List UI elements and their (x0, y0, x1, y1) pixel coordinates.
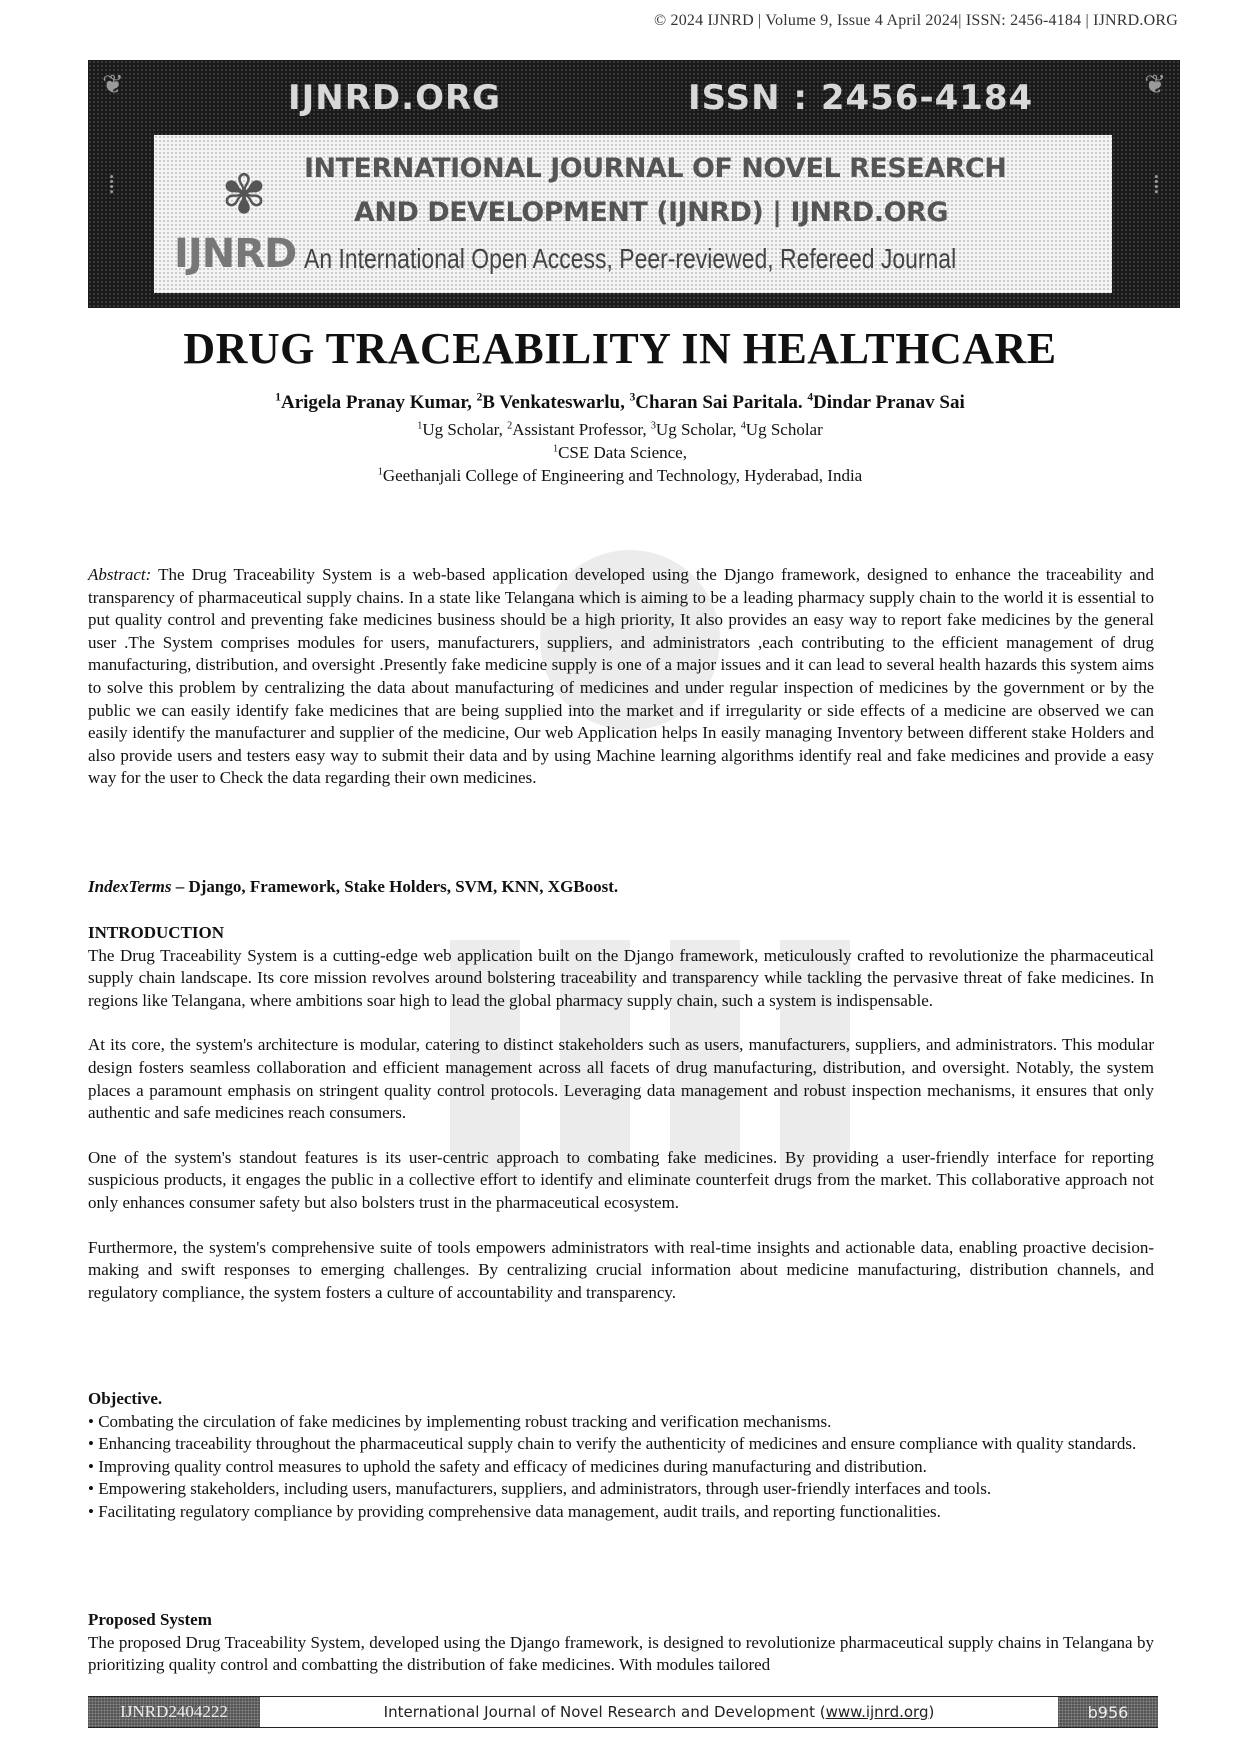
author: 1Arigela Pranay Kumar, (275, 392, 477, 414)
intro-paragraph: At its core, the system's architecture i… (88, 1035, 1154, 1123)
objective-item: Combating the circulation of fake medici… (88, 1411, 1154, 1434)
author-roles: 1Ug Scholar, 2Assistant Professor, 3Ug S… (417, 420, 823, 439)
ornament-icon: ⁞ (1152, 170, 1160, 199)
paper-title: DRUG TRACEABILITY IN HEALTHCARE (183, 324, 1057, 373)
proposed-system-section: Proposed System The proposed Drug Tracea… (88, 1609, 1154, 1677)
journal-header-line: © 2024 IJNRD | Volume 9, Issue 4 April 2… (653, 12, 1178, 29)
banner-site: IJNRD.ORG (288, 78, 502, 118)
logo-text: IJNRD (174, 231, 297, 277)
banner-issn: ISSN : 2456-4184 (688, 78, 1034, 118)
proposed-system-heading: Proposed System (88, 1610, 212, 1629)
objective-item: Empowering stakeholders, including users… (88, 1478, 1154, 1501)
author: 4Dindar Pranav Sai (807, 392, 965, 414)
objective-item: Facilitating regulatory compliance by pr… (88, 1501, 1154, 1524)
journal-name-line1: INTERNATIONAL JOURNAL OF NOVEL RESEARCH (304, 153, 1007, 184)
institution: 1Geethanjali College of Engineering and … (377, 466, 863, 485)
footer-journal: International Journal of Novel Research … (383, 1703, 935, 1721)
objective-list: Combating the circulation of fake medici… (88, 1411, 1154, 1524)
department: 1CSE Data Science, (553, 443, 687, 462)
journal-logo: ✾ IJNRD (174, 155, 297, 285)
index-terms-text: – Django, Framework, Stake Holders, SVM,… (171, 877, 619, 896)
intro-paragraph: One of the system's standout features is… (88, 1147, 1154, 1212)
index-terms-label: IndexTerms (88, 877, 172, 896)
journal-banner: ❦ ❦ ⁞ ⁞ IJNRD.ORG ISSN : 2456-4184 ✾ IJN… (88, 60, 1180, 308)
abstract: Abstract: The Drug Traceability System i… (88, 564, 1154, 790)
abstract-label: Abstract: (88, 565, 152, 584)
proposed-system-text: The proposed Drug Traceability System, d… (88, 1632, 1154, 1675)
objective-heading: Objective. (88, 1389, 163, 1408)
intro-paragraph: Furthermore, the system's comprehensive … (88, 1237, 1154, 1302)
introduction-section: INTRODUCTION The Drug Traceability Syste… (88, 922, 1154, 1304)
author: 2B Venkateswarlu, (476, 392, 630, 414)
banner-inner-panel: ✾ IJNRD INTERNATIONAL JOURNAL OF NOVEL R… (154, 135, 1112, 293)
intro-paragraph: The Drug Traceability System is a cuttin… (88, 945, 1154, 1010)
paper-id: IJNRD2404222 (88, 1697, 260, 1727)
introduction-heading: INTRODUCTION (88, 923, 225, 942)
page-footer: IJNRD2404222 International Journal of No… (88, 1696, 1158, 1728)
abstract-text: The Drug Traceability System is a web-ba… (88, 565, 1154, 788)
index-terms: IndexTerms – Django, Framework, Stake Ho… (88, 876, 1154, 899)
journal-name-line2: AND DEVELOPMENT (IJNRD) | IJNRD.ORG (354, 197, 949, 228)
journal-tagline: An International Open Access, Peer-revie… (304, 243, 957, 274)
objective-section: Objective. Combating the circulation of … (88, 1388, 1154, 1524)
journal-link[interactable]: www.ijnrd.org (826, 1703, 929, 1721)
ornament-icon: ⁞ (108, 170, 116, 199)
tree-logo-icon: ✾ (221, 165, 267, 225)
objective-item: Enhancing traceability throughout the ph… (88, 1433, 1154, 1456)
author-list: 1Arigela Pranay Kumar, 2B Venkateswarlu,… (0, 392, 1240, 414)
page-number: b956 (1058, 1697, 1158, 1727)
objective-item: Improving quality control measures to up… (88, 1456, 1154, 1479)
author: 3Charan Sai Paritala. (629, 392, 808, 414)
